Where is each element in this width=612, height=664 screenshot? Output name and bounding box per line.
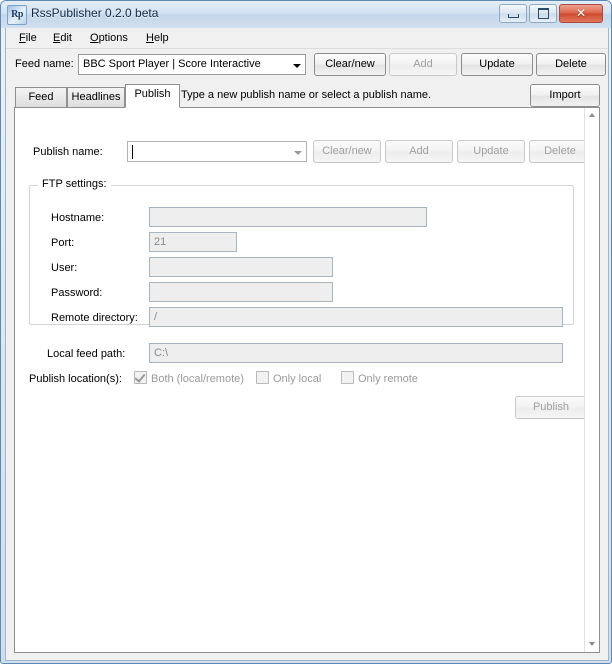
chevron-down-icon xyxy=(589,642,595,646)
port-label: Port: xyxy=(51,237,75,249)
application-window: Rp RssPublisher 0.2.0 beta ✕ File Edit O… xyxy=(0,0,612,664)
chevron-up-icon xyxy=(589,113,595,117)
feed-clear-new-button[interactable]: Clear/new xyxy=(314,53,386,76)
menu-bar: File Edit Options Help xyxy=(6,28,608,49)
local-feed-path-value: C:\ xyxy=(154,347,169,359)
user-field[interactable] xyxy=(149,257,333,277)
publish-delete-button: Delete xyxy=(529,140,586,163)
tab-strip: Feed Headlines Publish Type a new publis… xyxy=(6,82,608,108)
close-icon: ✕ xyxy=(575,6,587,20)
publish-add-button: Add xyxy=(385,140,453,163)
scroll-up-button[interactable] xyxy=(585,108,599,123)
menu-edit-label: dit xyxy=(60,32,72,44)
window-title: RssPublisher 0.2.0 beta xyxy=(31,6,159,20)
feed-delete-button[interactable]: Delete xyxy=(536,53,606,76)
menu-edit[interactable]: Edit xyxy=(46,31,79,46)
local-feed-path-label: Local feed path: xyxy=(47,348,126,360)
user-label: User: xyxy=(51,262,78,274)
vertical-scrollbar[interactable] xyxy=(584,108,599,652)
menu-file[interactable]: File xyxy=(12,31,44,46)
tab-headlines[interactable]: Headlines xyxy=(67,87,125,108)
checkbox-only-remote-label: Only remote xyxy=(358,373,418,385)
close-button[interactable]: ✕ xyxy=(559,4,603,23)
feed-update-button[interactable]: Update xyxy=(461,53,533,76)
client-area: File Edit Options Help Feed name: BBC Sp… xyxy=(5,28,609,661)
feed-name-value: BBC Sport Player | Score Interactive xyxy=(83,58,261,70)
hostname-label: Hostname: xyxy=(51,212,105,224)
maximize-button[interactable] xyxy=(529,4,557,23)
publish-name-label: Publish name: xyxy=(33,146,103,158)
feed-add-button: Add xyxy=(389,53,457,76)
checkbox-both-local-remote[interactable] xyxy=(134,371,147,384)
import-button[interactable]: Import xyxy=(530,84,600,107)
scroll-down-button[interactable] xyxy=(585,637,599,652)
minimize-button[interactable] xyxy=(499,4,527,23)
password-field[interactable] xyxy=(149,282,333,302)
minimize-icon xyxy=(500,5,526,22)
publish-tab-content: Publish name: Clear/new Add Update Delet… xyxy=(15,108,586,652)
feed-name-row: Feed name: BBC Sport Player | Score Inte… xyxy=(6,48,608,82)
publish-clear-new-button: Clear/new xyxy=(313,140,381,163)
tab-publish[interactable]: Publish xyxy=(125,84,180,108)
menu-file-label: ile xyxy=(25,32,37,44)
title-bar[interactable]: Rp RssPublisher 0.2.0 beta ✕ xyxy=(1,1,611,28)
menu-options[interactable]: Options xyxy=(83,31,135,46)
scrollbar-track[interactable] xyxy=(585,123,599,637)
feed-name-combobox[interactable]: BBC Sport Player | Score Interactive xyxy=(78,54,306,75)
tab-hint-text: Type a new publish name or select a publ… xyxy=(181,89,432,101)
chevron-down-icon xyxy=(293,64,301,68)
ftp-settings-legend: FTP settings: xyxy=(38,178,111,190)
app-icon-rp: Rp xyxy=(7,5,27,25)
publish-button: Publish xyxy=(515,396,586,419)
hostname-field[interactable] xyxy=(149,207,427,227)
publish-tab-panel: Publish name: Clear/new Add Update Delet… xyxy=(14,107,600,653)
port-value: 21 xyxy=(154,236,167,248)
remote-directory-value: / xyxy=(154,311,158,323)
publish-locations-label: Publish location(s): xyxy=(29,373,122,385)
menu-help-label: elp xyxy=(153,32,169,44)
local-feed-path-field[interactable]: C:\ xyxy=(149,343,563,363)
check-icon xyxy=(134,371,146,383)
menu-options-label: ptions xyxy=(98,32,128,44)
remote-directory-label: Remote directory: xyxy=(51,312,138,324)
publish-name-combobox[interactable] xyxy=(127,141,307,162)
text-cursor xyxy=(132,145,133,159)
feed-name-label: Feed name: xyxy=(15,58,74,70)
password-label: Password: xyxy=(51,287,103,299)
checkbox-only-local[interactable] xyxy=(256,371,269,384)
maximize-icon xyxy=(530,5,556,22)
checkbox-only-remote[interactable] xyxy=(341,371,354,384)
port-field[interactable]: 21 xyxy=(149,232,237,252)
menu-help[interactable]: Help xyxy=(139,31,176,46)
checkbox-only-local-label: Only local xyxy=(273,373,322,385)
remote-directory-field[interactable]: / xyxy=(149,307,563,327)
publish-update-button: Update xyxy=(457,140,525,163)
chevron-down-icon xyxy=(294,151,302,155)
tab-feed[interactable]: Feed xyxy=(15,87,67,108)
checkbox-both-local-remote-label: Both (local/remote) xyxy=(151,373,244,385)
ftp-settings-group: FTP settings: xyxy=(29,178,574,325)
